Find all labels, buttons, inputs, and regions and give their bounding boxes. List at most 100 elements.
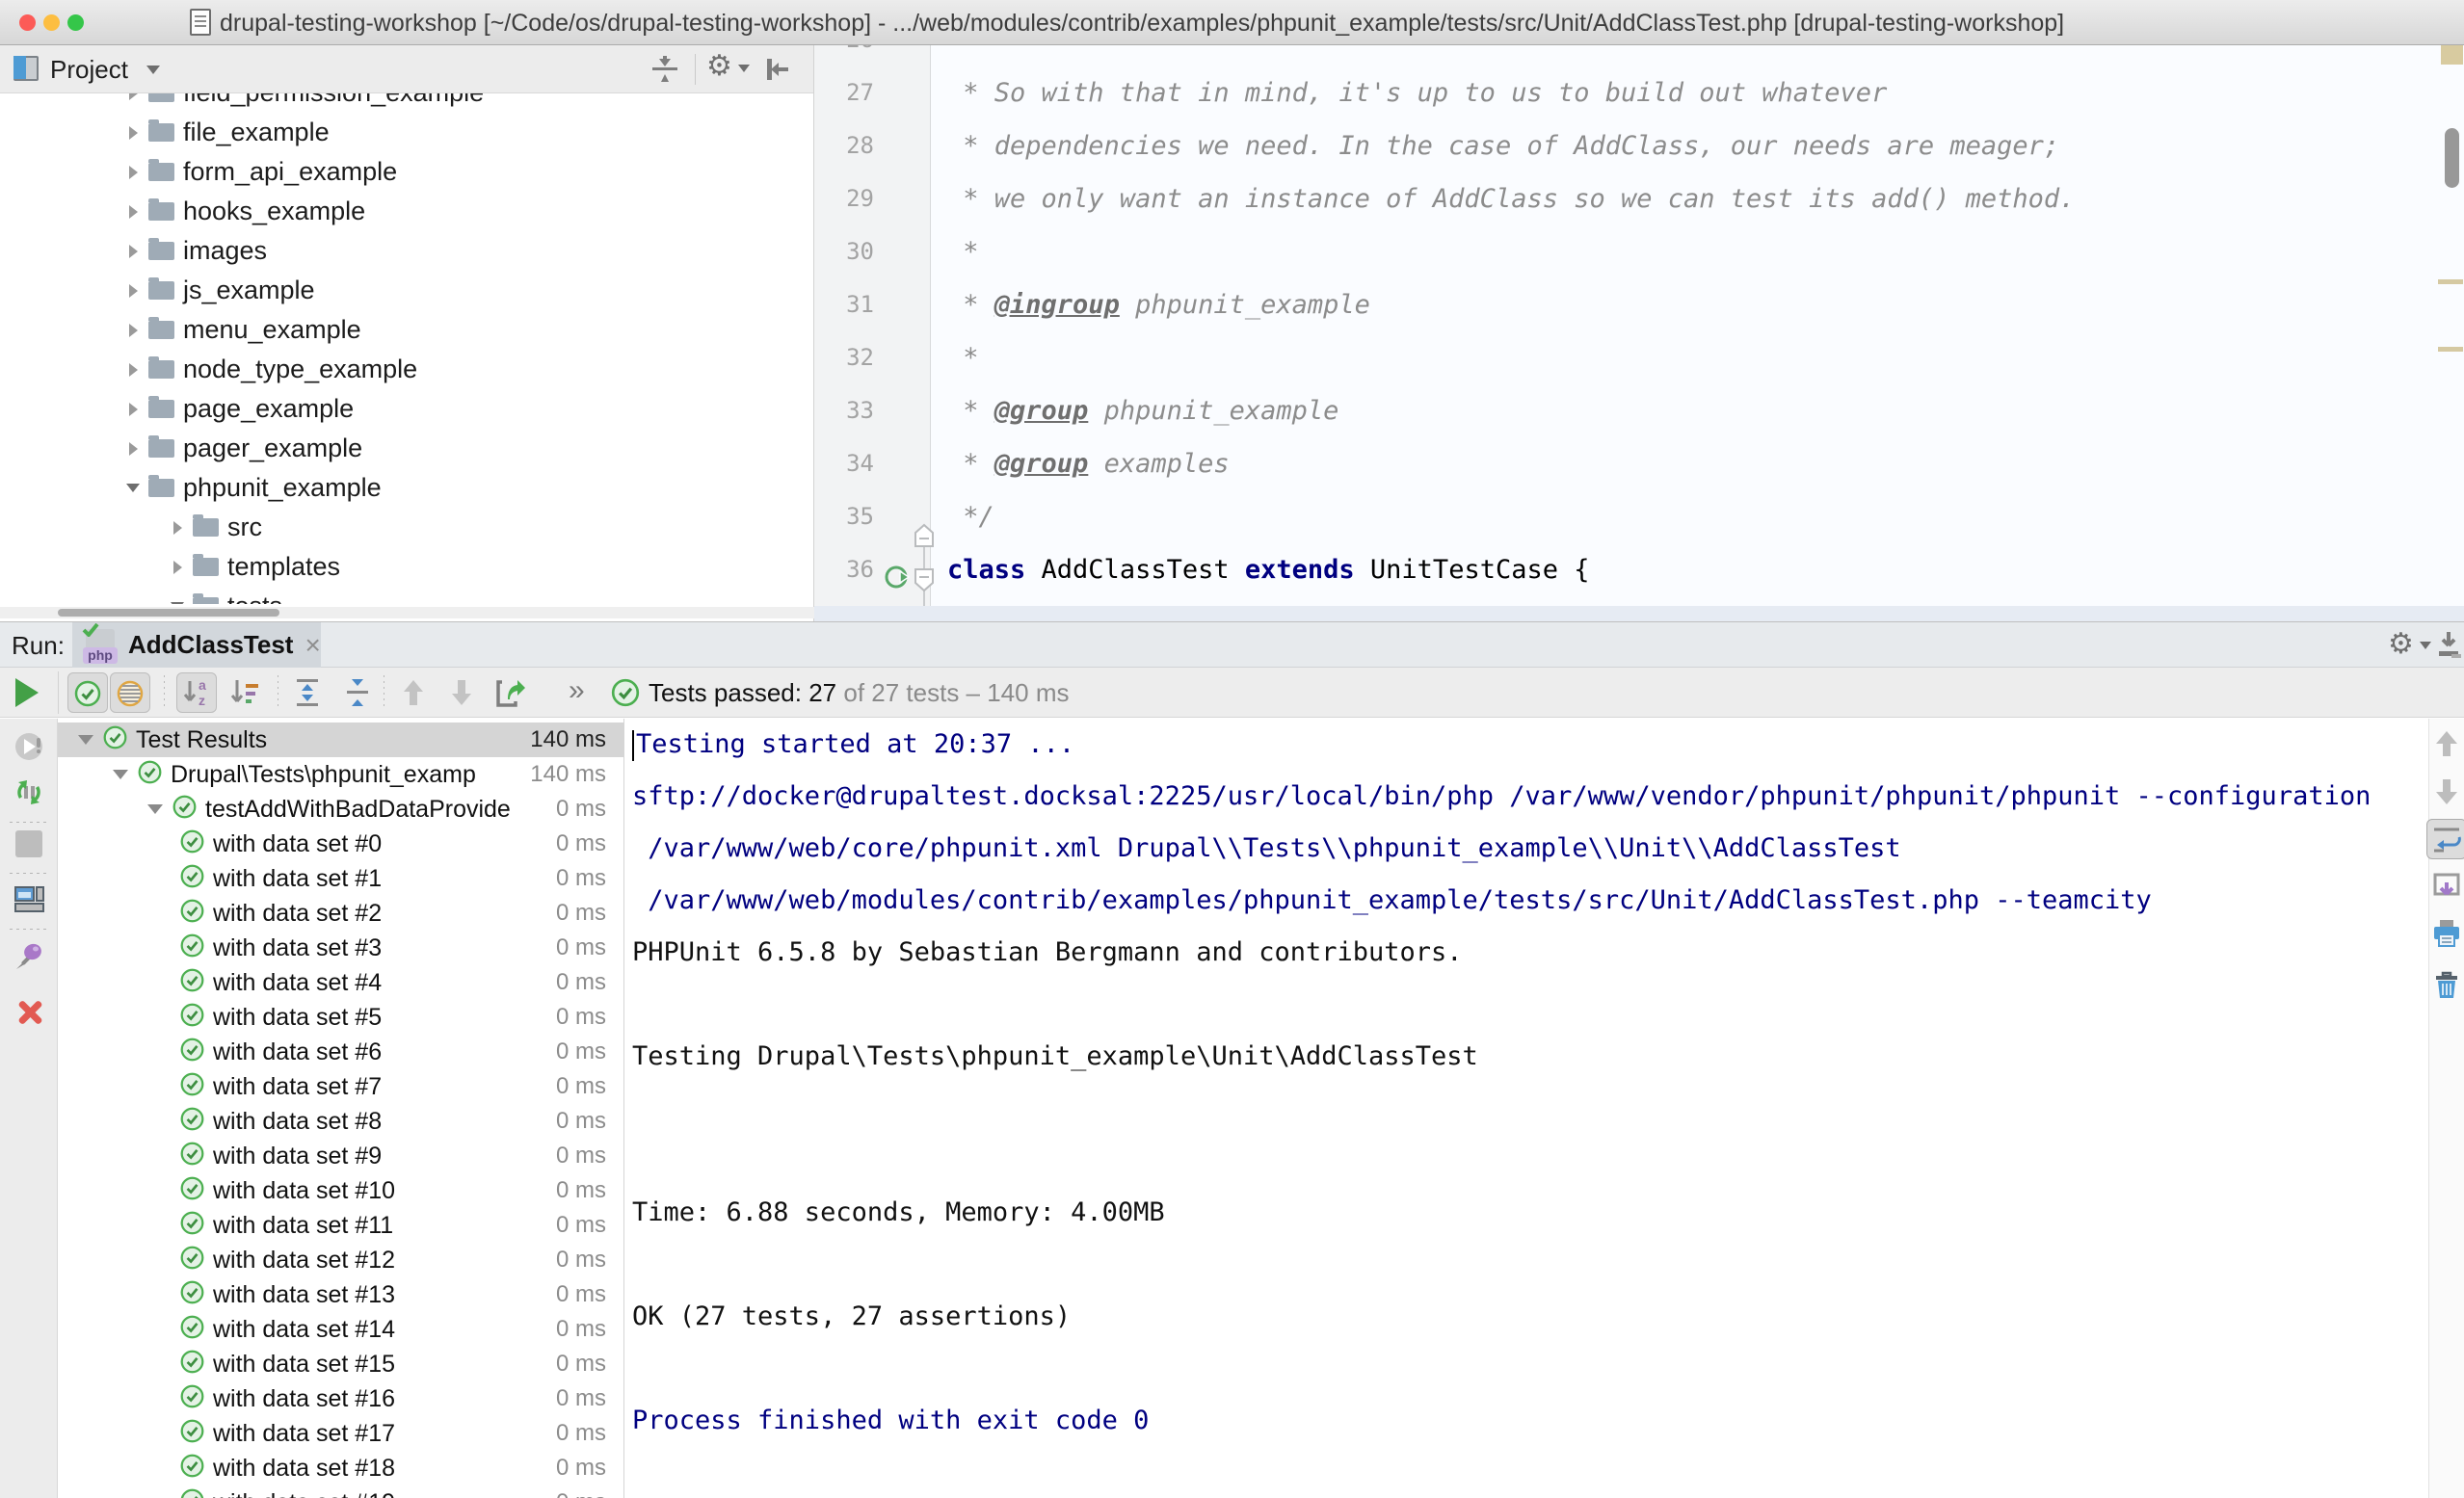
- editor-line-34[interactable]: 34 * @group examples: [814, 437, 2464, 490]
- hide-panel-icon[interactable]: [761, 53, 794, 86]
- project-tree-item-phpunit_example[interactable]: phpunit_example: [0, 468, 813, 508]
- test-tree-row[interactable]: with data set #190 ms: [58, 1485, 623, 1498]
- project-tree-item-images[interactable]: images: [0, 231, 813, 271]
- hide-panel-icon[interactable]: [2432, 628, 2464, 661]
- chevron-right-icon[interactable]: [121, 442, 145, 456]
- project-tree-item-hooks_example[interactable]: hooks_example: [0, 192, 813, 231]
- editor-line-31[interactable]: 31 * @ingroup phpunit_example: [814, 278, 2464, 331]
- run-test-gutter-icon[interactable]: [884, 556, 911, 609]
- soft-wrap-icon[interactable]: [2431, 824, 2462, 854]
- sort-alphabetically-toggle[interactable]: a z: [176, 672, 217, 713]
- test-tree-row[interactable]: with data set #80 ms: [58, 1104, 623, 1139]
- project-tree-item-form_api_example[interactable]: form_api_example: [0, 152, 813, 192]
- test-tree-row[interactable]: with data set #180 ms: [58, 1451, 623, 1485]
- chevron-right-icon[interactable]: [166, 521, 189, 535]
- editor-line-32[interactable]: 32 *: [814, 331, 2464, 384]
- console-output[interactable]: Testing started at 20:37 ...sftp://docke…: [625, 719, 2428, 1498]
- test-tree-row[interactable]: with data set #140 ms: [58, 1312, 623, 1347]
- test-tree-row[interactable]: Drupal\Tests\phpunit_examp140 ms: [58, 757, 623, 792]
- chevron-down-icon[interactable]: [75, 735, 96, 745]
- editor-line-26[interactable]: 26: [814, 45, 2464, 66]
- editor-scrollbar-thumb[interactable]: [2445, 128, 2459, 188]
- test-tree-row[interactable]: with data set #110 ms: [58, 1208, 623, 1243]
- test-tree-row[interactable]: with data set #50 ms: [58, 1000, 623, 1035]
- close-tab-icon[interactable]: ×: [305, 630, 320, 661]
- project-panel-title[interactable]: Project: [50, 55, 128, 85]
- test-tree-row[interactable]: with data set #30 ms: [58, 931, 623, 965]
- project-tree-item-page_example[interactable]: page_example: [0, 389, 813, 429]
- chevron-down-icon[interactable]: [166, 602, 189, 604]
- project-tree-item-field_permission_example[interactable]: field_permission_example: [0, 93, 813, 113]
- test-tree-row[interactable]: with data set #20 ms: [58, 896, 623, 931]
- editor-line-36[interactable]: 36class AddClassTest extends UnitTestCas…: [814, 543, 2464, 596]
- stop-icon[interactable]: [13, 828, 45, 860]
- editor-line-29[interactable]: 29 * we only want an instance of AddClas…: [814, 172, 2464, 225]
- scrollbar-thumb[interactable]: [58, 609, 279, 617]
- chevron-down-icon[interactable]: [145, 804, 166, 814]
- collapse-all-button[interactable]: [337, 672, 378, 713]
- editor-line-35[interactable]: 35 */: [814, 490, 2464, 543]
- test-tree-row[interactable]: with data set #120 ms: [58, 1243, 623, 1277]
- previous-failed-test-button[interactable]: [393, 672, 434, 713]
- test-tree-row[interactable]: with data set #100 ms: [58, 1173, 623, 1208]
- project-tree-item-node_type_example[interactable]: node_type_example: [0, 350, 813, 389]
- close-window-icon[interactable]: [19, 14, 36, 31]
- run-tab-addclasstest[interactable]: php AddClassTest ×: [72, 622, 321, 668]
- code-editor[interactable]: 2627 * So with that in mind, it's up to …: [814, 45, 2464, 621]
- sort-by-duration-button[interactable]: [225, 672, 265, 713]
- chevron-right-icon[interactable]: [121, 284, 145, 298]
- test-tree-row[interactable]: with data set #10 ms: [58, 861, 623, 896]
- chevron-down-icon[interactable]: [2420, 642, 2431, 649]
- show-ignored-toggle[interactable]: [110, 672, 150, 713]
- clear-all-icon[interactable]: [2431, 969, 2462, 1000]
- test-tree-row[interactable]: with data set #160 ms: [58, 1381, 623, 1416]
- chevron-right-icon[interactable]: [121, 363, 145, 377]
- next-failed-test-button[interactable]: [441, 672, 482, 713]
- test-tree-row[interactable]: with data set #40 ms: [58, 965, 623, 1000]
- collapse-all-icon[interactable]: [649, 53, 681, 86]
- scroll-up-icon[interactable]: [2431, 728, 2462, 759]
- chevron-right-icon[interactable]: [121, 205, 145, 219]
- project-tree-item-src[interactable]: src: [0, 508, 813, 547]
- editor-line-30[interactable]: 30 *: [814, 225, 2464, 278]
- minimize-window-icon[interactable]: [43, 14, 60, 31]
- rerun-failed-tests-icon[interactable]: [13, 730, 45, 763]
- chevron-right-icon[interactable]: [121, 245, 145, 258]
- scroll-to-end-icon[interactable]: [2431, 871, 2462, 902]
- more-actions-icon[interactable]: »: [569, 674, 585, 707]
- print-icon[interactable]: [2431, 918, 2462, 949]
- test-tree-row[interactable]: with data set #130 ms: [58, 1277, 623, 1312]
- pin-tab-icon[interactable]: [13, 940, 45, 973]
- test-tree-row[interactable]: with data set #170 ms: [58, 1416, 623, 1451]
- restore-layout-icon[interactable]: [13, 882, 45, 915]
- chevron-right-icon[interactable]: [121, 126, 145, 140]
- fold-start-icon[interactable]: [914, 558, 935, 611]
- chevron-right-icon[interactable]: [121, 93, 145, 100]
- project-tree-item-pager_example[interactable]: pager_example: [0, 429, 813, 468]
- chevron-right-icon[interactable]: [166, 561, 189, 574]
- project-tree-item-js_example[interactable]: js_example: [0, 271, 813, 310]
- project-tree-item-menu_example[interactable]: menu_example: [0, 310, 813, 350]
- test-tree-row[interactable]: with data set #00 ms: [58, 827, 623, 861]
- test-tree-row[interactable]: with data set #60 ms: [58, 1035, 623, 1069]
- project-tree-item-tests[interactable]: tests: [0, 587, 813, 604]
- chevron-down-icon[interactable]: [146, 66, 160, 74]
- test-tree-row[interactable]: Test Results140 ms: [58, 723, 623, 757]
- test-tree-row[interactable]: testAddWithBadDataProvide0 ms: [58, 792, 623, 827]
- chevron-down-icon[interactable]: [110, 770, 131, 779]
- rerun-button[interactable]: [15, 678, 39, 707]
- editor-line-27[interactable]: 27 * So with that in mind, it's up to us…: [814, 66, 2464, 119]
- scroll-down-icon[interactable]: [2431, 776, 2462, 807]
- chevron-down-icon[interactable]: [738, 65, 750, 72]
- gear-icon[interactable]: ⚙: [2388, 627, 2414, 661]
- project-tree-item-file_example[interactable]: file_example: [0, 113, 813, 152]
- close-icon[interactable]: [13, 996, 45, 1029]
- zoom-window-icon[interactable]: [67, 14, 84, 31]
- expand-all-button[interactable]: [287, 672, 328, 713]
- chevron-right-icon[interactable]: [121, 166, 145, 179]
- chevron-right-icon[interactable]: [121, 324, 145, 337]
- import-test-results-button[interactable]: [490, 672, 530, 713]
- test-tree-row[interactable]: with data set #70 ms: [58, 1069, 623, 1104]
- chevron-right-icon[interactable]: [121, 403, 145, 416]
- gear-icon[interactable]: ⚙: [706, 49, 739, 82]
